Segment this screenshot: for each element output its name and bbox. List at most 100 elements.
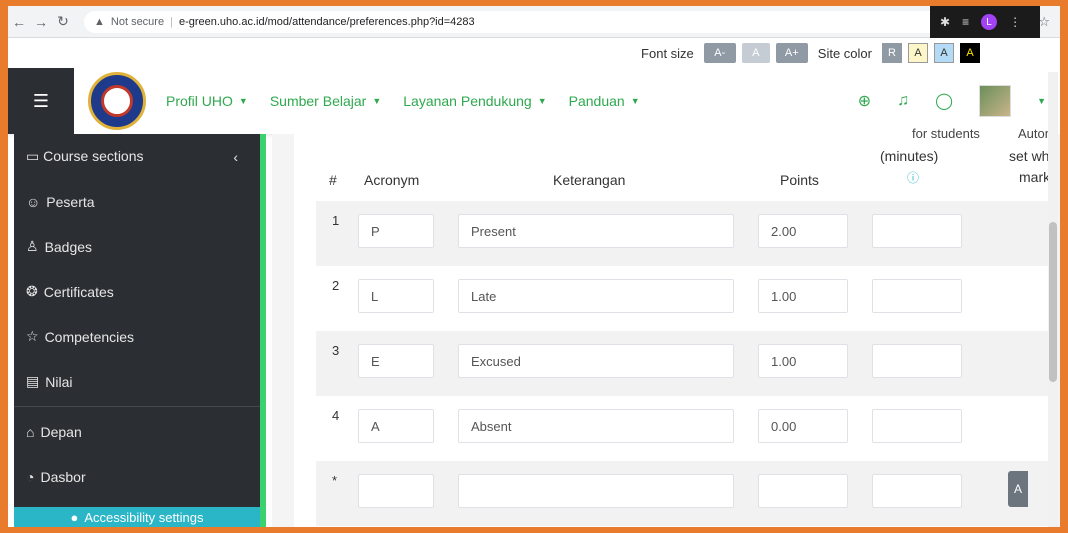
dashboard-icon: ◔ [26,468,35,485]
sidebar-item-peserta[interactable]: ☺ Peserta [14,179,260,224]
site-navbar: ☰ Profil UHO ▼ Sumber Belajar ▼ Layanan Pe… [8,68,1060,134]
acronym-field[interactable]: P [358,214,434,248]
sidebar-item-certificates[interactable]: ❂ Certificates [14,269,260,314]
header-minutes: (minutes) [880,148,939,164]
hamburger-icon[interactable]: ☰ [8,68,74,134]
minutes-field[interactable] [872,409,962,443]
certificate-icon: ❂ [26,283,38,299]
accessibility-bar: Font size A- A A+ Site color R A A A [8,38,1060,68]
caret-down-icon: ▼ [238,96,248,106]
badge-icon: ♙ [26,238,39,254]
main-menu: Profil UHO ▼ Sumber Belajar ▼ Layanan Pend… [166,93,640,109]
scrollbar-thumb[interactable] [1049,222,1057,382]
description-field[interactable]: Absent [458,409,734,443]
new-points-field[interactable] [758,474,848,508]
font-decrease-button[interactable]: A- [703,43,736,63]
address-bar[interactable]: ▲ Not secure | e-green.uho.ac.id/mod/att… [84,10,944,33]
points-field[interactable]: 1.00 [758,279,848,313]
bookmark-star-icon[interactable]: ☆ [1038,14,1050,30]
caret-down-icon: ▼ [372,96,382,106]
security-label: Not secure [110,15,165,28]
university-logo[interactable] [88,72,146,130]
divider [14,406,260,407]
points-field[interactable]: 0.00 [758,409,848,443]
description-field[interactable]: Late [458,279,734,313]
sidebar-item-badges[interactable]: ♙ Badges [14,224,260,269]
color-scheme-2-button[interactable]: A [934,43,954,63]
sidebar-item-nilai[interactable]: ▤ Nilai [14,359,260,404]
new-description-field[interactable] [458,474,734,508]
sidebar-item-course-sections[interactable]: ▭ Course sections ‹ [14,134,260,179]
sidebar-item-depan[interactable]: ⌂ Depan [14,409,260,454]
minutes-field[interactable] [872,214,962,248]
site-color-label: Site color [817,45,872,61]
star-icon: ☆ [26,328,39,344]
user-avatar[interactable] [979,85,1012,117]
back-icon[interactable]: ← [8,14,30,30]
description-field[interactable]: Excused [458,344,734,378]
minutes-field[interactable] [872,279,962,313]
chat-icon[interactable]: ◯ [935,91,953,111]
forward-icon[interactable]: → [30,14,52,30]
sidebar-item-competencies[interactable]: ☆ Competencies [14,314,260,359]
points-field[interactable]: 1.00 [758,344,848,378]
chevron-left-icon[interactable]: ‹ [233,149,238,165]
profile-avatar[interactable]: L [981,14,998,30]
new-minutes-field[interactable] [872,474,962,508]
gradebook-icon: ▤ [26,373,40,389]
navbar-icons: ⊕ ♫ ◯ ▼ [858,85,1060,117]
row-number: 4 [332,408,340,423]
accessibility-settings-button[interactable]: ● Accessibility settings [14,507,260,527]
row-number: 2 [332,278,340,293]
sidebar-item-dasbor[interactable]: ◔ Dasbor [14,454,260,499]
font-reset-button[interactable]: A [741,43,770,63]
screen-frame: ← → ↻ ▲ Not secure | e-green.uho.ac.id/m… [8,6,1060,527]
header-acronym: Acronym [364,172,420,188]
font-size-label: Font size [641,45,694,61]
row-number: 3 [332,343,340,358]
bell-icon[interactable]: ♫ [897,92,909,110]
extensions-area: ✱ ≡ L ⋮ [930,6,1040,38]
status-set-table: for students Autom (minutes) set wh ⓘ ma… [294,126,1056,527]
menu-profil-uho[interactable]: Profil UHO ▼ [166,93,248,109]
acronym-field[interactable]: L [358,279,434,313]
accessibility-icon: ● [70,509,79,525]
divider: | [170,15,173,28]
acronym-field[interactable]: E [358,344,434,378]
menu-panduan[interactable]: Panduan ▼ [569,93,640,109]
row-number: 1 [332,213,340,228]
table-row: 3 E Excused 1.00 [316,331,1056,396]
table-row: 1 P Present 2.00 [316,201,1056,266]
kebab-menu-icon[interactable]: ⋮ [1009,15,1021,29]
menu-sumber-belajar[interactable]: Sumber Belajar ▼ [270,93,381,109]
points-field[interactable]: 2.00 [758,214,848,248]
caret-down-icon[interactable]: ▼ [1037,96,1046,106]
acronym-field[interactable]: A [358,409,434,443]
header-description: Keterangan [553,172,626,188]
add-button[interactable]: A [1008,471,1028,507]
header-auto-mid: set wh [1009,148,1050,164]
page-scrollbar[interactable] [1048,72,1058,527]
globe-icon[interactable]: ⊕ [858,91,871,111]
color-scheme-1-button[interactable]: A [908,43,928,63]
help-icon[interactable]: ⓘ [907,169,919,186]
minutes-field[interactable] [872,344,962,378]
table-row: 2 L Late 1.00 [316,266,1056,331]
caret-down-icon: ▼ [537,96,547,106]
font-increase-button[interactable]: A+ [775,43,808,63]
reload-icon[interactable]: ↻ [52,13,74,30]
menu-layanan-pendukung[interactable]: Layanan Pendukung ▼ [403,93,546,109]
media-icon[interactable]: ≡ [962,15,969,29]
color-reset-button[interactable]: R [882,43,902,63]
users-icon: ☺ [26,193,41,210]
extension-puzzle-icon[interactable]: ✱ [940,15,950,29]
course-sidebar: ▭ Course sections ‹ ☺ Peserta ♙ Badges ❂ Ce… [14,134,266,527]
description-field[interactable]: Present [458,214,734,248]
main-content: for students Autom (minutes) set wh ⓘ ma… [272,126,1060,527]
table-row-new: * A [316,461,1056,526]
header-points: Points [780,172,819,188]
color-scheme-3-button[interactable]: A [960,43,980,63]
home-icon: ⌂ [26,423,35,440]
new-acronym-field[interactable] [358,474,434,508]
header-minutes-top: for students [912,126,980,141]
